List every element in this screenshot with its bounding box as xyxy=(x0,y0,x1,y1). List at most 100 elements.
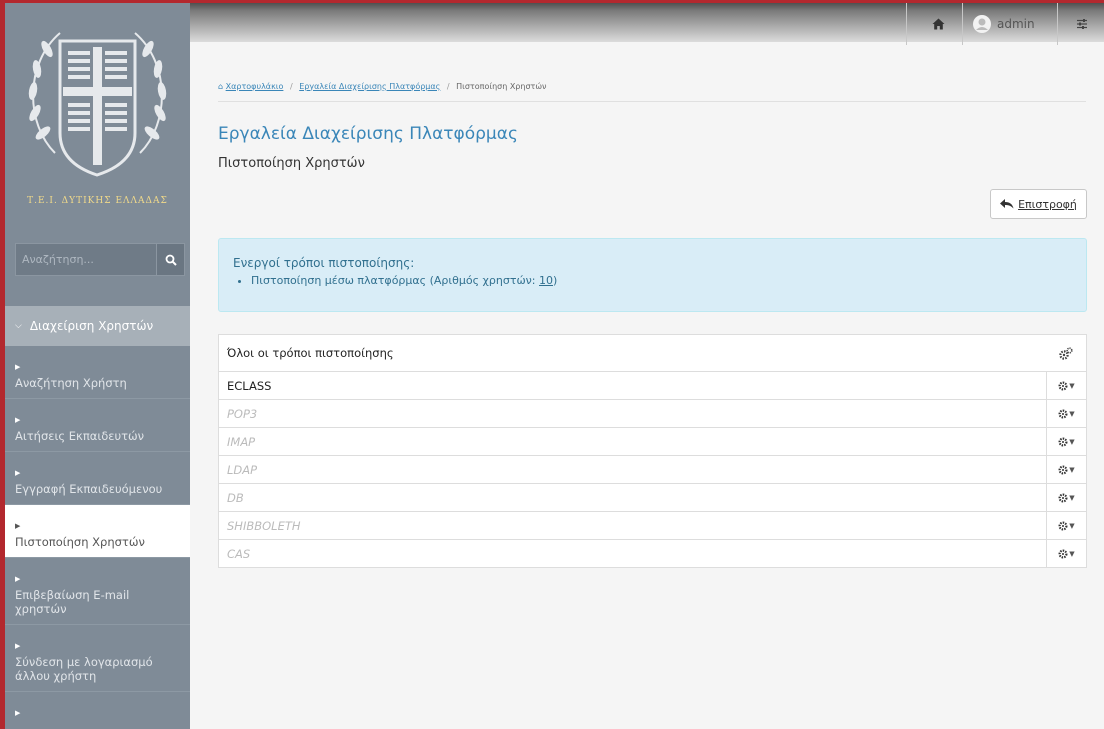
home-icon xyxy=(932,18,944,30)
table-header: Όλοι οι τρόποι πιστοποίησης xyxy=(227,346,394,360)
user-menu-button[interactable]: admin xyxy=(967,3,1057,45)
table-row: POP3 ▼ xyxy=(219,399,1086,427)
reply-icon xyxy=(1000,199,1014,209)
row-actions-button[interactable]: ▼ xyxy=(1046,484,1086,511)
cogs-icon xyxy=(1059,346,1073,360)
caret-right-icon: ▶ xyxy=(15,416,21,424)
auth-method-name: SHIBBOLETH xyxy=(227,518,301,533)
sidebar-menu: ▶ Αναζήτηση Χρήστη ▶ Αιτήσεις Εκπαιδευτώ… xyxy=(5,346,190,729)
breadcrumb-home[interactable]: Χαρτοφυλάκιο xyxy=(226,82,284,91)
caret-down-icon: ▼ xyxy=(1069,381,1075,390)
user-avatar-icon xyxy=(973,15,991,33)
sidebar-item-label: Εγγραφή Εκπαιδευόμενου xyxy=(15,482,163,496)
gear-icon xyxy=(1058,436,1068,447)
breadcrumb-separator: / xyxy=(446,82,450,91)
logo-text: Τ.Ε.Ι. ΔΥΤΙΚΗΣ ΕΛΛΑΔΑΣ xyxy=(27,196,168,206)
auth-methods-table: Όλοι οι τρόποι πιστοποίησης ECLASS ▼ POP… xyxy=(218,334,1087,568)
active-auth-alert: Ενεργοί τρόποι πιστοποίησης: Πιστοποίηση… xyxy=(218,238,1087,312)
table-header-row: Όλοι οι τρόποι πιστοποίησης xyxy=(219,335,1086,371)
gear-icon xyxy=(1058,492,1068,503)
caret-right-icon: ▶ xyxy=(15,575,21,583)
page-title: Εργαλεία Διαχείρισης Πλατφόρμας xyxy=(218,124,518,144)
sidebar-item-label: Αιτήσεις Εκπαιδευτών xyxy=(15,429,145,443)
home-button[interactable] xyxy=(917,3,959,45)
topbar: admin xyxy=(190,0,1104,45)
sidebar-item-label: Πιστοποίηση Χρηστών xyxy=(15,535,145,549)
greek-emblem-icon xyxy=(28,32,167,177)
alert-title: Ενεργοί τρόποι πιστοποίησης: xyxy=(233,256,415,270)
caret-down-icon: ▼ xyxy=(1069,521,1075,530)
sidebar-section-users[interactable]: ⌵ Διαχείριση Χρηστών xyxy=(5,306,190,346)
row-actions-button[interactable]: ▼ xyxy=(1046,456,1086,483)
search-button[interactable] xyxy=(156,244,184,275)
caret-down-icon: ▼ xyxy=(1069,437,1075,446)
alert-item-text: Πιστοποίηση μέσω πλατφόρμας (Αριθμός χρη… xyxy=(251,274,539,287)
gear-icon xyxy=(1058,380,1068,391)
table-row: CAS ▼ xyxy=(219,539,1086,567)
user-count-link[interactable]: 10 xyxy=(539,274,553,287)
auth-method-name: ECLASS xyxy=(227,378,272,393)
breadcrumb: ⌂ Χαρτοφυλάκιο / Εργαλεία Διαχείρισης Πλ… xyxy=(218,82,547,91)
auth-method-name: IMAP xyxy=(227,434,256,449)
gear-icon xyxy=(1058,464,1068,475)
caret-down-icon: ▼ xyxy=(1069,493,1075,502)
gear-icon xyxy=(1058,408,1068,419)
auth-method-name: POP3 xyxy=(227,406,258,421)
caret-down-icon: ▼ xyxy=(1069,465,1075,474)
home-icon: ⌂ xyxy=(218,82,224,91)
sidebar-item-email-verification[interactable]: ▶ Επιβεβαίωση E-mail χρηστών xyxy=(5,558,190,625)
auth-method-name: LDAP xyxy=(227,462,258,477)
sidebar-item-label: Αναζήτηση Χρήστη xyxy=(15,376,127,390)
divider xyxy=(906,3,907,45)
sidebar-item-label: Επιβεβαίωση E-mail χρηστών xyxy=(15,588,130,616)
auth-method-name: DB xyxy=(227,490,244,505)
breadcrumb-separator: / xyxy=(289,82,293,91)
breadcrumb-current: Πιστοποίηση Χρηστών xyxy=(456,82,547,91)
divider xyxy=(962,3,963,45)
alert-item-close: ) xyxy=(553,274,558,287)
chevron-down-icon: ⌵ xyxy=(15,321,22,331)
back-button-label: Επιστροφή xyxy=(1018,197,1077,211)
search-input[interactable] xyxy=(16,244,156,275)
settings-toggle-button[interactable] xyxy=(1060,3,1104,45)
table-row: LDAP ▼ xyxy=(219,455,1086,483)
table-row: IMAP ▼ xyxy=(219,427,1086,455)
caret-right-icon: ▶ xyxy=(15,709,21,717)
sidebar: Τ.Ε.Ι. ΔΥΤΙΚΗΣ ΕΛΛΑΔΑΣ ⌵ Διαχείριση Χρησ… xyxy=(0,0,190,729)
divider xyxy=(1057,3,1058,45)
row-actions-button[interactable]: ▼ xyxy=(1046,428,1086,455)
sidebar-item-more[interactable]: ▶ xyxy=(5,692,190,729)
auth-method-name: CAS xyxy=(227,546,251,561)
logo: Τ.Ε.Ι. ΔΥΤΙΚΗΣ ΕΛΛΑΔΑΣ xyxy=(5,3,190,228)
breadcrumb-tools[interactable]: Εργαλεία Διαχείρισης Πλατφόρμας xyxy=(299,82,440,91)
caret-right-icon: ▶ xyxy=(15,522,21,530)
sliders-icon xyxy=(1077,19,1087,29)
caret-right-icon: ▶ xyxy=(15,469,21,477)
sidebar-item-label: Σύνδεση με λογαριασμό άλλου χρήστη xyxy=(15,655,153,683)
list-item: Πιστοποίηση μέσω πλατφόρμας (Αριθμός χρη… xyxy=(251,274,1072,287)
back-button[interactable]: Επιστροφή xyxy=(990,189,1087,219)
gear-icon xyxy=(1058,548,1068,559)
row-actions-button[interactable]: ▼ xyxy=(1046,400,1086,427)
user-name: admin xyxy=(997,17,1035,31)
page-subtitle: Πιστοποίηση Χρηστών xyxy=(218,156,365,171)
table-row: SHIBBOLETH ▼ xyxy=(219,511,1086,539)
caret-down-icon: ▼ xyxy=(1069,549,1075,558)
caret-right-icon: ▶ xyxy=(15,363,21,371)
caret-right-icon: ▶ xyxy=(15,642,21,650)
sidebar-item-user-authentication[interactable]: ▶ Πιστοποίηση Χρηστών xyxy=(5,505,190,558)
sidebar-item-student-registration[interactable]: ▶ Εγγραφή Εκπαιδευόμενου xyxy=(5,452,190,505)
sidebar-item-login-as-user[interactable]: ▶ Σύνδεση με λογαριασμό άλλου χρήστη xyxy=(5,625,190,692)
table-row: ECLASS ▼ xyxy=(219,371,1086,399)
sidebar-search xyxy=(15,243,185,276)
alert-list: Πιστοποίηση μέσω πλατφόρμας (Αριθμός χρη… xyxy=(233,274,1072,287)
gear-icon xyxy=(1058,520,1068,531)
table-header-settings xyxy=(1046,335,1086,371)
sidebar-item-search-user[interactable]: ▶ Αναζήτηση Χρήστη xyxy=(5,346,190,399)
sidebar-item-instructor-requests[interactable]: ▶ Αιτήσεις Εκπαιδευτών xyxy=(5,399,190,452)
search-icon xyxy=(165,254,177,266)
sidebar-section-label: Διαχείριση Χρηστών xyxy=(29,319,154,333)
row-actions-button[interactable]: ▼ xyxy=(1046,372,1086,399)
row-actions-button[interactable]: ▼ xyxy=(1046,540,1086,567)
row-actions-button[interactable]: ▼ xyxy=(1046,512,1086,539)
